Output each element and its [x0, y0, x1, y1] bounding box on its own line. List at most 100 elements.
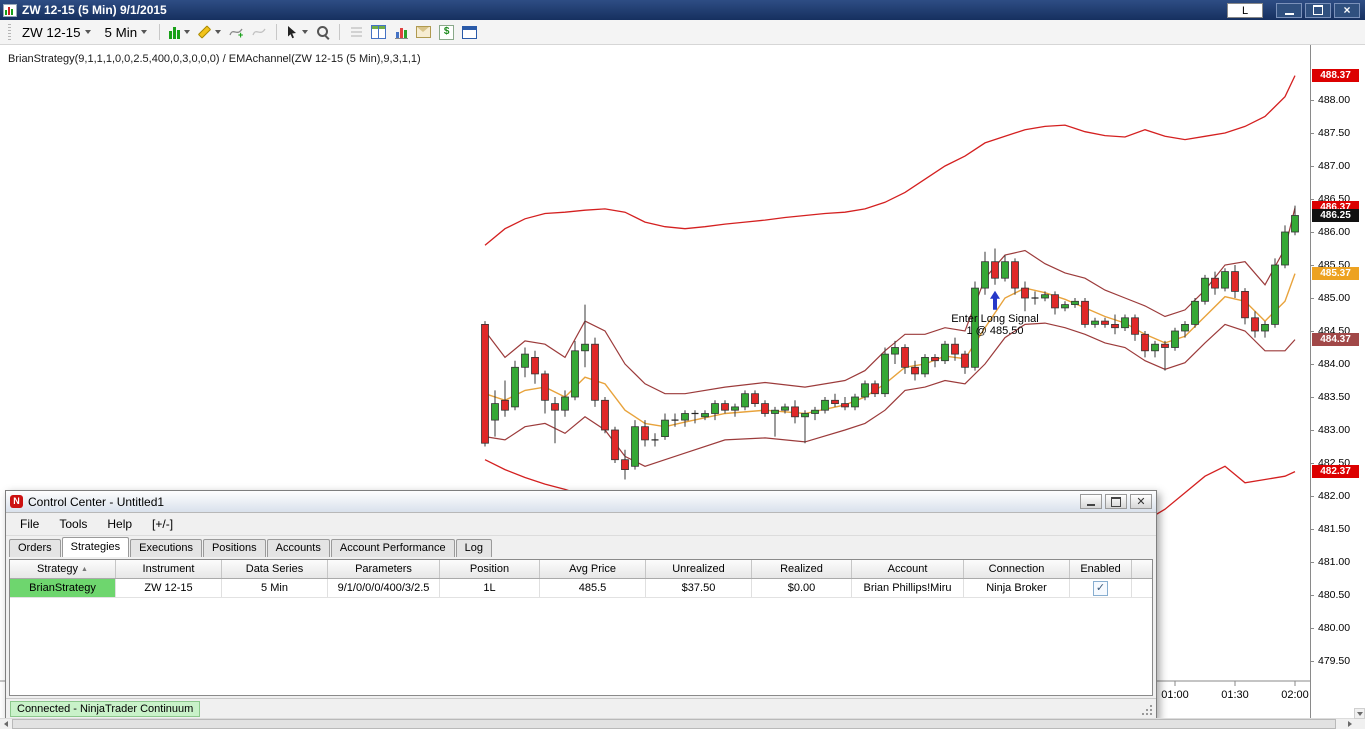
cc-minimize-button[interactable]: [1080, 494, 1102, 509]
price-marker-485.37: 485.37: [1312, 267, 1359, 281]
cc-close-button[interactable]: ✕: [1130, 494, 1152, 509]
control-center-title-bar[interactable]: N Control Center - Untitled1 ✕: [6, 491, 1156, 513]
scrollbar-thumb[interactable]: [12, 719, 1336, 729]
price-axis[interactable]: 488.00 487.50 487.00 486.50 486.00 485.50 485.…: [1310, 45, 1365, 719]
market-analyzer-button[interactable]: [368, 22, 389, 42]
accounts-button[interactable]: $: [436, 22, 457, 42]
tab-executions[interactable]: Executions: [130, 539, 202, 557]
column-header-avg-price[interactable]: Avg Price: [540, 560, 646, 578]
close-icon: ×: [1343, 2, 1351, 17]
menu-tools[interactable]: Tools: [49, 515, 97, 533]
window-title-bar[interactable]: ZW 12-15 (5 Min) 9/1/2015 L ×: [0, 0, 1365, 20]
price-marker-488.37: 488.37: [1312, 69, 1359, 83]
resize-grip[interactable]: [1142, 713, 1144, 715]
scroll-down-button[interactable]: [1354, 708, 1365, 719]
svg-text:+: +: [238, 30, 243, 39]
arrow-left-icon: [3, 720, 8, 727]
column-header-account[interactable]: Account: [852, 560, 964, 578]
price-marker-484.37: 484.37: [1312, 333, 1359, 347]
menu-[interactable]: [+/-]: [142, 515, 183, 533]
toolbar-separator: [159, 24, 161, 40]
cell-position: 1L: [440, 579, 540, 597]
signal-detail: 1 @ 485.50: [966, 325, 1023, 337]
tab-account-performance[interactable]: Account Performance: [330, 539, 455, 557]
interval-selector[interactable]: 5 Min: [99, 22, 154, 43]
outer-band-upper-line: [484, 75, 1296, 246]
minimize-button[interactable]: [1276, 2, 1302, 18]
scroll-right-button[interactable]: [1344, 719, 1355, 728]
tab-accounts[interactable]: Accounts: [266, 539, 330, 557]
arrow-right-icon: [1347, 720, 1352, 727]
instrument-label: ZW 12-15: [22, 24, 81, 40]
price-axis-label: 483.50: [1318, 391, 1351, 403]
price-axis-label: 487.00: [1318, 160, 1351, 172]
horizontal-scrollbar[interactable]: [0, 718, 1365, 729]
signal-label: Enter Long Signal: [951, 313, 1038, 325]
price-marker-482.37: 482.37: [1312, 465, 1359, 479]
menu-file[interactable]: File: [10, 515, 49, 533]
price-axis-label: 482.00: [1318, 490, 1351, 502]
chart-window-button[interactable]: [391, 22, 411, 42]
grid-header-row: Strategy ▲ Instrument Data Series Parameters…: [10, 560, 1152, 579]
strategies-button[interactable]: [249, 22, 270, 42]
zoom-button[interactable]: [313, 22, 333, 42]
chevron-down-icon: [215, 30, 222, 34]
tab-orders[interactable]: Orders: [9, 539, 61, 557]
column-header-connection[interactable]: Connection: [964, 560, 1070, 578]
link-button[interactable]: L: [1227, 2, 1263, 18]
cursor-button[interactable]: [283, 22, 311, 42]
column-header-unrealized[interactable]: Unrealized: [646, 560, 752, 578]
cell-enabled: ✓: [1070, 579, 1132, 597]
chart-toolbar: ZW 12-15 5 Min + $: [0, 20, 1365, 45]
column-header-instrument[interactable]: Instrument: [116, 560, 222, 578]
ninjatrader-logo-icon: N: [10, 495, 23, 508]
tab-positions[interactable]: Positions: [202, 539, 266, 557]
scroll-left-button[interactable]: [0, 719, 11, 728]
chevron-down-icon: [184, 30, 191, 34]
toolbar-grip[interactable]: [8, 24, 11, 40]
column-header-strategy[interactable]: Strategy ▲: [10, 560, 116, 578]
panels-button[interactable]: [346, 22, 366, 42]
tab-strategies[interactable]: Strategies: [61, 537, 130, 557]
column-header-realized[interactable]: Realized: [752, 560, 852, 578]
ema-channel-upper-line: [484, 207, 1296, 395]
strategy-row[interactable]: BrianStrategy ZW 12-15 5 Min 9/1/0/0/0/400/…: [10, 579, 1152, 598]
menu-help[interactable]: Help: [97, 515, 142, 533]
column-header-parameters[interactable]: Parameters: [328, 560, 440, 578]
restore-button[interactable]: [1305, 2, 1331, 18]
column-header-position[interactable]: Position: [440, 560, 540, 578]
price-axis-label: 488.00: [1318, 94, 1351, 106]
price-axis-label: 481.00: [1318, 556, 1351, 568]
dollar-icon: $: [439, 24, 455, 40]
cell-account: Brian Phillips!Miru: [852, 579, 964, 597]
price-axis-label: 484.00: [1318, 358, 1351, 370]
price-marker-486.25: 486.25: [1312, 209, 1359, 222]
price-axis-label: 480.50: [1318, 589, 1351, 601]
news-button[interactable]: [413, 22, 434, 42]
control-center-window[interactable]: N Control Center - Untitled1 ✕ File Tools…: [5, 490, 1157, 720]
close-button[interactable]: ×: [1334, 2, 1360, 18]
candles: [481, 205, 1299, 480]
tab-log[interactable]: Log: [455, 539, 492, 557]
column-header-data-series[interactable]: Data Series: [222, 560, 328, 578]
close-icon: ✕: [1136, 495, 1146, 508]
cell-instrument: ZW 12-15: [116, 579, 222, 597]
new-window-button[interactable]: [459, 22, 480, 42]
window-icon: [462, 25, 478, 39]
drawing-tools-button[interactable]: [195, 22, 224, 42]
cc-restore-button[interactable]: [1105, 494, 1127, 509]
chart-style-button[interactable]: [166, 22, 193, 42]
cell-strategy: BrianStrategy: [10, 579, 116, 597]
envelope-icon: [416, 26, 432, 38]
enabled-checkbox[interactable]: ✓: [1093, 580, 1108, 596]
price-axis-label: 485.00: [1318, 292, 1351, 304]
chevron-down-icon: [84, 30, 91, 34]
column-header-enabled[interactable]: Enabled: [1070, 560, 1132, 578]
bar-chart-icon: [394, 26, 408, 39]
instrument-selector[interactable]: ZW 12-15: [16, 22, 97, 43]
indicators-button[interactable]: +: [226, 22, 247, 42]
arrow-down-icon: [1356, 711, 1363, 716]
chevron-down-icon: [141, 30, 148, 34]
control-center-tabs: Orders Strategies Executions Positions Accou…: [6, 536, 1156, 557]
control-center-title: Control Center - Untitled1: [28, 494, 165, 509]
